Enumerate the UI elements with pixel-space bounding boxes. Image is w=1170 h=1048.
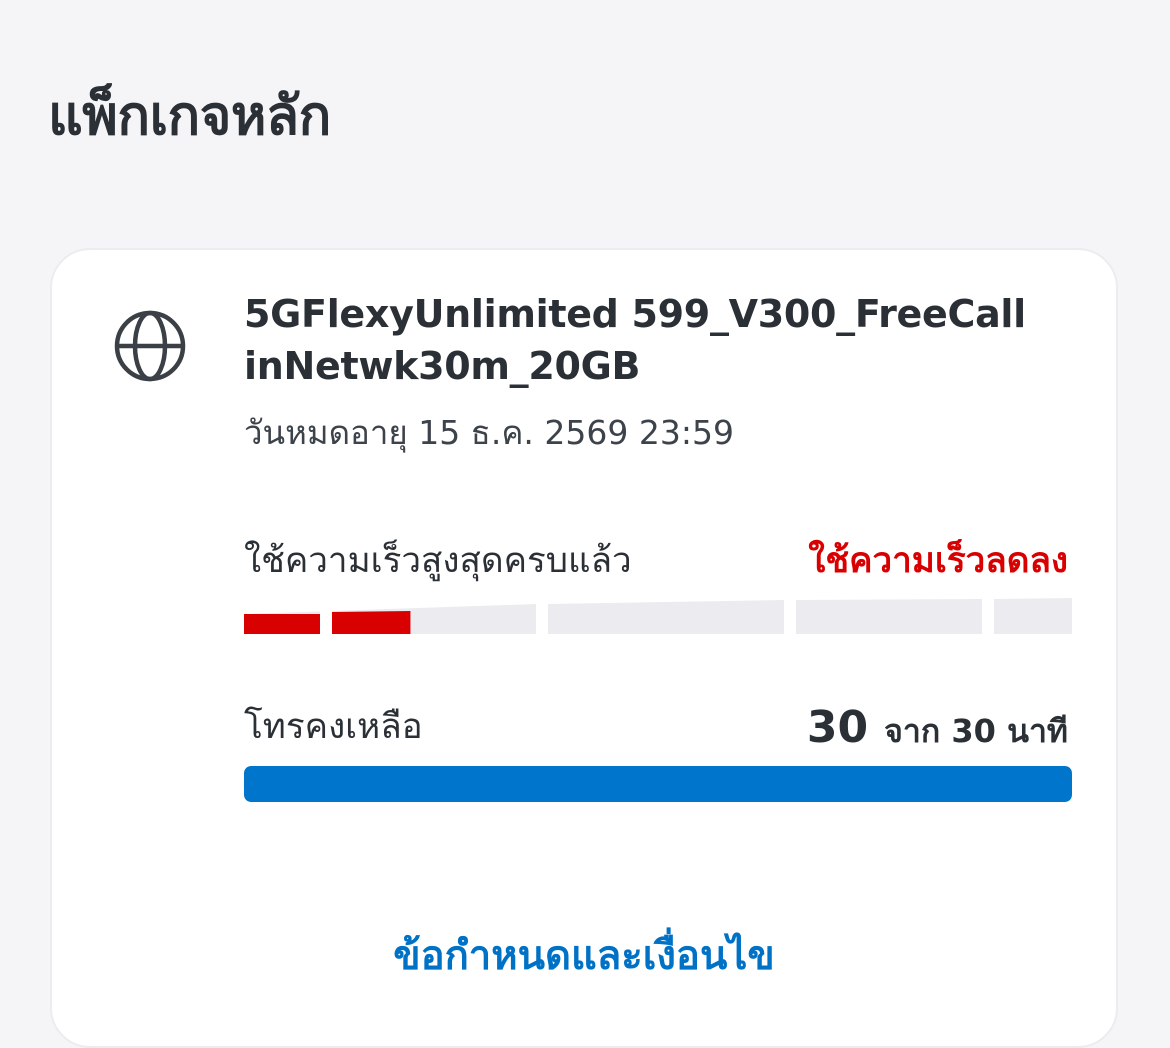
- speed-usage-bar: [244, 598, 1072, 638]
- terms-and-conditions-link[interactable]: ข้อกำหนดและเงื่อนไข: [52, 928, 1116, 984]
- page-title: แพ็กเกจหลัก: [48, 84, 331, 147]
- expiry-date: วันหมดอายุ 15 ธ.ค. 2569 23:59: [244, 413, 734, 452]
- speed-segment: [994, 598, 1072, 634]
- speed-segment-used: [244, 614, 320, 634]
- speed-usage-label: ใช้ความเร็วสูงสุดครบแล้ว: [244, 541, 632, 581]
- speed-status: ใช้ความเร็วลดลง: [808, 541, 1068, 581]
- calls-progress-bar: [244, 766, 1072, 802]
- package-card: 5GFlexyUnlimited 599_V300_FreeCall inNet…: [50, 248, 1118, 1048]
- speed-segment-used: [332, 611, 411, 634]
- calls-remaining-count: 30: [806, 702, 869, 753]
- speed-segment: [548, 600, 784, 634]
- globe-icon: [112, 308, 188, 384]
- speed-segment: [796, 599, 982, 634]
- calls-remaining-value: 30 จาก 30 นาที: [807, 700, 1068, 759]
- calls-progress-fill: [244, 766, 1072, 802]
- speed-segment-gap: [320, 598, 332, 638]
- package-name: 5GFlexyUnlimited 599_V300_FreeCall inNet…: [244, 292, 1026, 388]
- calls-total: จาก 30 นาที: [884, 712, 1068, 750]
- calls-remaining-label: โทรคงเหลือ: [244, 707, 423, 747]
